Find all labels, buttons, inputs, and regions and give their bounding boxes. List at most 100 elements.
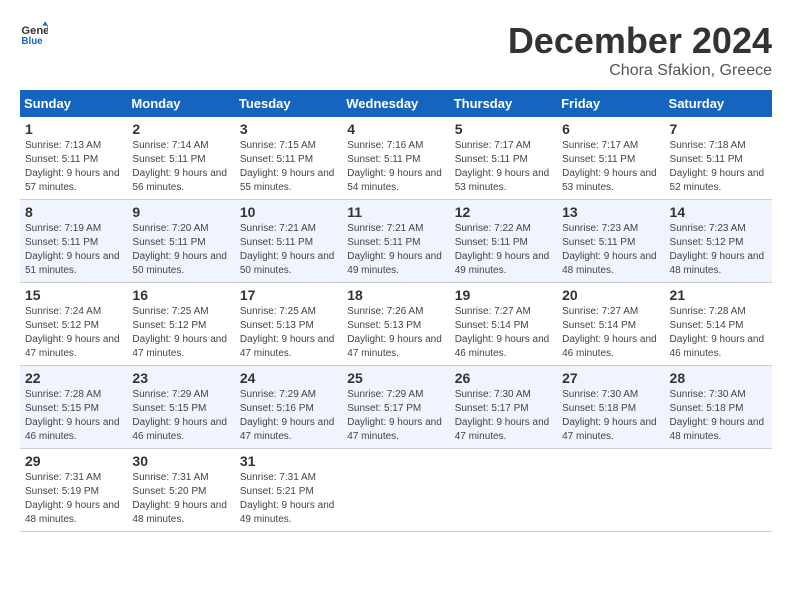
calendar-cell-empty: [665, 449, 772, 532]
day-info: Sunrise: 7:31 AM Sunset: 5:19 PM Dayligh…: [25, 471, 122, 527]
header-tuesday: Tuesday: [235, 90, 342, 117]
calendar-cell: 14 Sunrise: 7:23 AM Sunset: 5:12 PM Dayl…: [665, 200, 772, 283]
calendar-cell: 19 Sunrise: 7:27 AM Sunset: 5:14 PM Dayl…: [450, 283, 557, 366]
day-number: 31: [240, 453, 337, 469]
calendar-cell: 21 Sunrise: 7:28 AM Sunset: 5:14 PM Dayl…: [665, 283, 772, 366]
day-number: 22: [25, 370, 122, 386]
day-info: Sunrise: 7:29 AM Sunset: 5:16 PM Dayligh…: [240, 388, 337, 444]
day-info: Sunrise: 7:30 AM Sunset: 5:18 PM Dayligh…: [562, 388, 659, 444]
day-number: 12: [455, 204, 552, 220]
day-info: Sunrise: 7:23 AM Sunset: 5:11 PM Dayligh…: [562, 222, 659, 278]
logo: General Blue: [20, 20, 48, 48]
day-info: Sunrise: 7:22 AM Sunset: 5:11 PM Dayligh…: [455, 222, 552, 278]
day-info: Sunrise: 7:14 AM Sunset: 5:11 PM Dayligh…: [132, 139, 229, 195]
day-info: Sunrise: 7:28 AM Sunset: 5:15 PM Dayligh…: [25, 388, 122, 444]
day-info: Sunrise: 7:25 AM Sunset: 5:13 PM Dayligh…: [240, 305, 337, 361]
header-sunday: Sunday: [20, 90, 127, 117]
day-info: Sunrise: 7:18 AM Sunset: 5:11 PM Dayligh…: [670, 139, 767, 195]
day-number: 2: [132, 121, 229, 137]
calendar-cell: 11 Sunrise: 7:21 AM Sunset: 5:11 PM Dayl…: [342, 200, 449, 283]
day-info: Sunrise: 7:16 AM Sunset: 5:11 PM Dayligh…: [347, 139, 444, 195]
day-number: 19: [455, 287, 552, 303]
calendar-cell: 2 Sunrise: 7:14 AM Sunset: 5:11 PM Dayli…: [127, 117, 234, 200]
calendar-cell: 31 Sunrise: 7:31 AM Sunset: 5:21 PM Dayl…: [235, 449, 342, 532]
calendar-cell: 27 Sunrise: 7:30 AM Sunset: 5:18 PM Dayl…: [557, 366, 664, 449]
weekday-header-row: Sunday Monday Tuesday Wednesday Thursday…: [20, 90, 772, 117]
calendar-row: 15 Sunrise: 7:24 AM Sunset: 5:12 PM Dayl…: [20, 283, 772, 366]
calendar-cell: 1 Sunrise: 7:13 AM Sunset: 5:11 PM Dayli…: [20, 117, 127, 200]
calendar-cell: 23 Sunrise: 7:29 AM Sunset: 5:15 PM Dayl…: [127, 366, 234, 449]
day-info: Sunrise: 7:27 AM Sunset: 5:14 PM Dayligh…: [455, 305, 552, 361]
day-number: 17: [240, 287, 337, 303]
calendar-body: 1 Sunrise: 7:13 AM Sunset: 5:11 PM Dayli…: [20, 117, 772, 532]
calendar-cell: 8 Sunrise: 7:19 AM Sunset: 5:11 PM Dayli…: [20, 200, 127, 283]
day-info: Sunrise: 7:24 AM Sunset: 5:12 PM Dayligh…: [25, 305, 122, 361]
calendar-cell: 10 Sunrise: 7:21 AM Sunset: 5:11 PM Dayl…: [235, 200, 342, 283]
day-info: Sunrise: 7:21 AM Sunset: 5:11 PM Dayligh…: [240, 222, 337, 278]
calendar-cell-empty: [450, 449, 557, 532]
day-number: 4: [347, 121, 444, 137]
calendar-cell: 9 Sunrise: 7:20 AM Sunset: 5:11 PM Dayli…: [127, 200, 234, 283]
day-info: Sunrise: 7:27 AM Sunset: 5:14 PM Dayligh…: [562, 305, 659, 361]
calendar-title: December 2024: [508, 20, 772, 62]
day-number: 7: [670, 121, 767, 137]
calendar-cell: 17 Sunrise: 7:25 AM Sunset: 5:13 PM Dayl…: [235, 283, 342, 366]
header-monday: Monday: [127, 90, 234, 117]
day-number: 14: [670, 204, 767, 220]
day-info: Sunrise: 7:30 AM Sunset: 5:17 PM Dayligh…: [455, 388, 552, 444]
day-number: 29: [25, 453, 122, 469]
day-number: 24: [240, 370, 337, 386]
calendar-cell: 12 Sunrise: 7:22 AM Sunset: 5:11 PM Dayl…: [450, 200, 557, 283]
calendar-cell: 24 Sunrise: 7:29 AM Sunset: 5:16 PM Dayl…: [235, 366, 342, 449]
day-info: Sunrise: 7:29 AM Sunset: 5:15 PM Dayligh…: [132, 388, 229, 444]
day-info: Sunrise: 7:23 AM Sunset: 5:12 PM Dayligh…: [670, 222, 767, 278]
day-info: Sunrise: 7:31 AM Sunset: 5:21 PM Dayligh…: [240, 471, 337, 527]
calendar-cell: 26 Sunrise: 7:30 AM Sunset: 5:17 PM Dayl…: [450, 366, 557, 449]
day-number: 26: [455, 370, 552, 386]
title-section: December 2024 Chora Sfakion, Greece: [508, 20, 772, 80]
day-number: 21: [670, 287, 767, 303]
calendar-row: 1 Sunrise: 7:13 AM Sunset: 5:11 PM Dayli…: [20, 117, 772, 200]
calendar-cell: 13 Sunrise: 7:23 AM Sunset: 5:11 PM Dayl…: [557, 200, 664, 283]
day-info: Sunrise: 7:25 AM Sunset: 5:12 PM Dayligh…: [132, 305, 229, 361]
day-number: 1: [25, 121, 122, 137]
day-number: 18: [347, 287, 444, 303]
day-info: Sunrise: 7:21 AM Sunset: 5:11 PM Dayligh…: [347, 222, 444, 278]
header-saturday: Saturday: [665, 90, 772, 117]
calendar-cell: 28 Sunrise: 7:30 AM Sunset: 5:18 PM Dayl…: [665, 366, 772, 449]
calendar-cell: 5 Sunrise: 7:17 AM Sunset: 5:11 PM Dayli…: [450, 117, 557, 200]
day-number: 30: [132, 453, 229, 469]
day-info: Sunrise: 7:15 AM Sunset: 5:11 PM Dayligh…: [240, 139, 337, 195]
calendar-cell: 22 Sunrise: 7:28 AM Sunset: 5:15 PM Dayl…: [20, 366, 127, 449]
calendar-cell: 20 Sunrise: 7:27 AM Sunset: 5:14 PM Dayl…: [557, 283, 664, 366]
day-number: 15: [25, 287, 122, 303]
day-number: 11: [347, 204, 444, 220]
day-number: 3: [240, 121, 337, 137]
day-info: Sunrise: 7:19 AM Sunset: 5:11 PM Dayligh…: [25, 222, 122, 278]
day-number: 5: [455, 121, 552, 137]
calendar-cell: 30 Sunrise: 7:31 AM Sunset: 5:20 PM Dayl…: [127, 449, 234, 532]
logo-icon: General Blue: [20, 20, 48, 48]
calendar-cell: 6 Sunrise: 7:17 AM Sunset: 5:11 PM Dayli…: [557, 117, 664, 200]
calendar-cell: 4 Sunrise: 7:16 AM Sunset: 5:11 PM Dayli…: [342, 117, 449, 200]
day-number: 20: [562, 287, 659, 303]
calendar-row: 22 Sunrise: 7:28 AM Sunset: 5:15 PM Dayl…: [20, 366, 772, 449]
calendar-cell: 15 Sunrise: 7:24 AM Sunset: 5:12 PM Dayl…: [20, 283, 127, 366]
calendar-row: 8 Sunrise: 7:19 AM Sunset: 5:11 PM Dayli…: [20, 200, 772, 283]
day-number: 13: [562, 204, 659, 220]
calendar-cell: 3 Sunrise: 7:15 AM Sunset: 5:11 PM Dayli…: [235, 117, 342, 200]
header-friday: Friday: [557, 90, 664, 117]
day-number: 25: [347, 370, 444, 386]
header-thursday: Thursday: [450, 90, 557, 117]
day-info: Sunrise: 7:29 AM Sunset: 5:17 PM Dayligh…: [347, 388, 444, 444]
day-number: 28: [670, 370, 767, 386]
calendar-table: Sunday Monday Tuesday Wednesday Thursday…: [20, 90, 772, 532]
day-info: Sunrise: 7:17 AM Sunset: 5:11 PM Dayligh…: [455, 139, 552, 195]
day-info: Sunrise: 7:20 AM Sunset: 5:11 PM Dayligh…: [132, 222, 229, 278]
day-number: 6: [562, 121, 659, 137]
calendar-cell-empty: [557, 449, 664, 532]
day-info: Sunrise: 7:28 AM Sunset: 5:14 PM Dayligh…: [670, 305, 767, 361]
header-wednesday: Wednesday: [342, 90, 449, 117]
calendar-cell: 29 Sunrise: 7:31 AM Sunset: 5:19 PM Dayl…: [20, 449, 127, 532]
day-number: 27: [562, 370, 659, 386]
